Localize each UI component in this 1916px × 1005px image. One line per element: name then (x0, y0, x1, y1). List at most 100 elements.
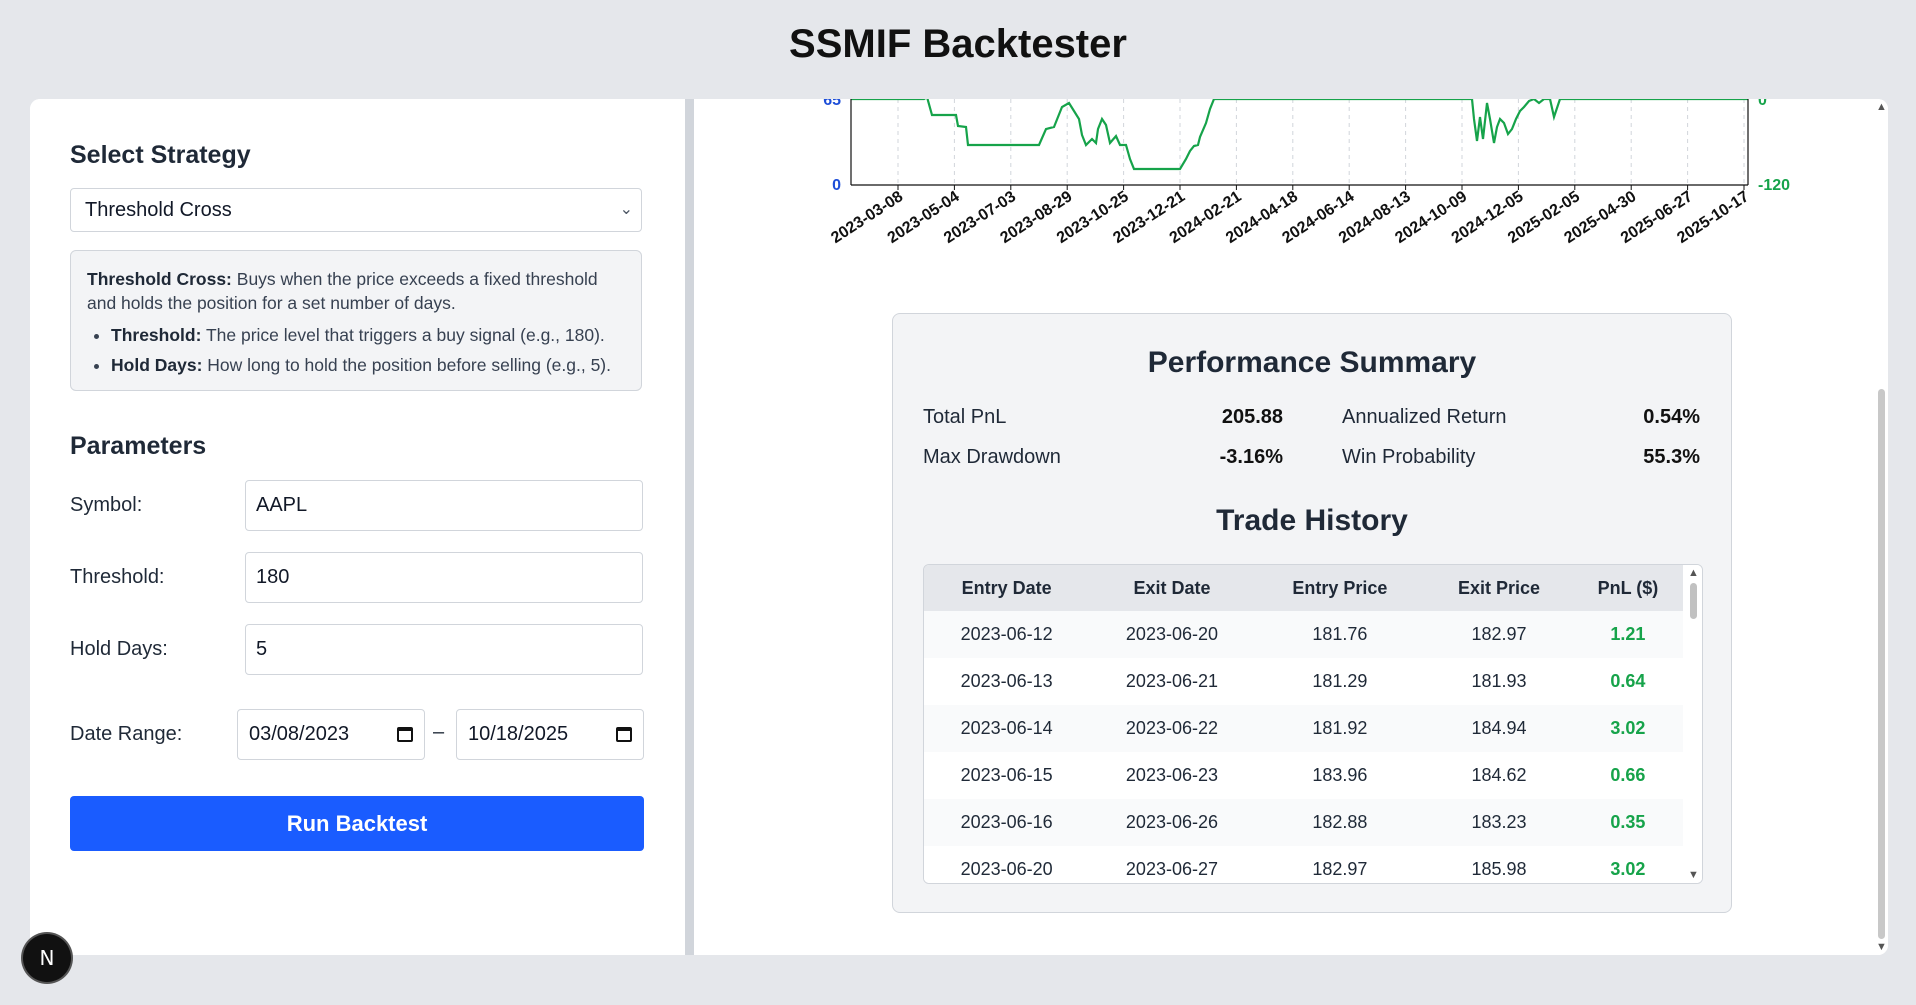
strategy-select[interactable]: Threshold Cross ⌄ (70, 188, 642, 232)
run-backtest-button[interactable]: Run Backtest (70, 796, 644, 851)
table-row: 2023-06-12 2023-06-20 181.76 182.97 1.21 (924, 611, 1683, 658)
chart-series-line (851, 99, 1748, 171)
table-cell: 181.76 (1254, 611, 1426, 658)
table-cell: 2023-06-23 (1089, 752, 1255, 799)
table-cell: 183.96 (1254, 752, 1426, 799)
table-cell: 182.97 (1425, 611, 1573, 658)
metric-value: 55.3% (1643, 446, 1700, 468)
right-y-tick-label: 0 (1758, 99, 1767, 109)
table-header-row: Entry Date Exit Date Entry Price Exit Pr… (924, 565, 1683, 611)
table-cell: 2023-06-13 (924, 658, 1090, 705)
table-scrollbar-thumb[interactable] (1690, 583, 1697, 619)
hold-days-input[interactable]: 5 (245, 624, 643, 675)
performance-title: Performance Summary (1147, 346, 1477, 379)
column-header: PnL ($) (1572, 565, 1683, 611)
table-cell: 2023-06-26 (1089, 799, 1255, 846)
column-header: Entry Price (1254, 565, 1426, 611)
scroll-up-icon[interactable]: ▲ (1688, 567, 1699, 579)
app-title: SSMIF Backtester (789, 22, 1127, 66)
table-cell: 2023-06-20 (1089, 611, 1255, 658)
scroll-down-icon[interactable]: ▼ (1876, 941, 1887, 953)
table-cell: 2023-06-14 (924, 705, 1090, 752)
threshold-label: Threshold: (70, 566, 165, 588)
strategy-description: Threshold Cross: Buys when the price exc… (70, 250, 642, 391)
end-date-value: 10/18/2025 (468, 723, 569, 745)
metric-label: Max Drawdown (923, 446, 1061, 468)
parameters-heading: Parameters (70, 432, 207, 460)
main-card: Select Strategy Threshold Cross ⌄ Thresh… (30, 99, 1888, 955)
right-y-tick-label: -120 (1758, 177, 1790, 194)
panel-divider[interactable] (685, 99, 694, 955)
left-y-tick-label: 0 (832, 177, 841, 194)
metric-value: 205.88 (1221, 406, 1283, 428)
table-row: 2023-06-20 2023-06-27 182.97 185.98 3.02 (924, 846, 1683, 883)
price-chart: 2023-03-082023-05-042023-07-032023-08-29… (823, 99, 1790, 247)
table-cell: 2023-06-12 (924, 611, 1090, 658)
table-cell: 184.62 (1425, 752, 1573, 799)
table-cell: 182.97 (1254, 846, 1426, 883)
list-item-text: How long to hold the position before sel… (207, 355, 611, 375)
metric-value: -3.16% (1219, 446, 1283, 468)
strategy-heading: Select Strategy (70, 141, 251, 169)
trade-history-table[interactable]: Entry Date Exit Date Entry Price Exit Pr… (923, 564, 1703, 884)
metric-label: Total PnL (923, 406, 1007, 428)
scroll-down-icon[interactable]: ▼ (1688, 869, 1699, 881)
column-header: Exit Price (1425, 565, 1573, 611)
metric-label: Win Probability (1342, 446, 1476, 468)
table-cell: 2023-06-21 (1089, 658, 1255, 705)
table-row: 2023-06-16 2023-06-26 182.88 183.23 0.35 (924, 799, 1683, 846)
start-date-input[interactable]: 03/08/2023 (237, 709, 425, 760)
table-cell: 181.93 (1425, 658, 1573, 705)
column-header: Exit Date (1089, 565, 1255, 611)
symbol-label: Symbol: (70, 494, 143, 516)
table-scrollbar[interactable]: ▲ ▼ (1684, 565, 1702, 883)
calendar-icon[interactable] (616, 727, 632, 742)
start-date-value: 03/08/2023 (249, 723, 350, 745)
scroll-up-icon[interactable]: ▲ (1876, 101, 1887, 113)
trade-history-title: Trade History (1216, 504, 1408, 537)
table-cell: 1.21 (1572, 611, 1683, 658)
table-cell: 185.98 (1425, 846, 1573, 883)
list-item-term: Threshold: (111, 325, 202, 345)
table-cell: 0.64 (1572, 658, 1683, 705)
table-cell: 2023-06-15 (924, 752, 1090, 799)
symbol-input[interactable]: AAPL (245, 480, 643, 531)
table-row: 2023-06-14 2023-06-22 181.92 184.94 3.02 (924, 705, 1683, 752)
list-item: Hold Days: How long to hold the position… (111, 353, 625, 377)
results-panel: 2023-03-08 2023-05-04 2023-07-03 2023-08-29… (694, 99, 1888, 955)
left-y-tick-label: 65 (823, 99, 841, 109)
end-date-input[interactable]: 10/18/2025 (456, 709, 644, 760)
column-header: Entry Date (924, 565, 1090, 611)
table-row: 2023-06-15 2023-06-23 183.96 184.62 0.66 (924, 752, 1683, 799)
calendar-icon[interactable] (397, 727, 413, 742)
page-scrollbar-thumb[interactable] (1878, 389, 1885, 939)
dev-tools-badge[interactable]: N (23, 934, 71, 982)
list-item-term: Hold Days: (111, 355, 203, 375)
table-cell: 2023-06-22 (1089, 705, 1255, 752)
table-cell: 3.02 (1572, 846, 1683, 883)
table-cell: 2023-06-16 (924, 799, 1090, 846)
metric-value: 0.54% (1643, 406, 1700, 428)
performance-summary: Performance Summary Total PnL 205.88 Ann… (892, 313, 1732, 913)
table-cell: 2023-06-20 (924, 846, 1090, 883)
page-scrollbar[interactable]: ▲ ▼ (1874, 99, 1888, 955)
hold-days-label: Hold Days: (70, 638, 168, 660)
strategy-select-value: Threshold Cross (85, 198, 232, 221)
strategy-parameter-list: Threshold: The price level that triggers… (87, 323, 625, 377)
table-cell: 0.66 (1572, 752, 1683, 799)
threshold-input[interactable]: 180 (245, 552, 643, 603)
list-item: Threshold: The price level that triggers… (111, 323, 625, 347)
chevron-down-icon: ⌄ (619, 201, 633, 218)
table-row: 2023-06-13 2023-06-21 181.29 181.93 0.64 (924, 658, 1683, 705)
table-cell: 0.35 (1572, 799, 1683, 846)
table-cell: 184.94 (1425, 705, 1573, 752)
strategy-panel: Select Strategy Threshold Cross ⌄ Thresh… (30, 99, 685, 955)
list-item-text: The price level that triggers a buy sign… (205, 325, 605, 345)
table-cell: 181.29 (1254, 658, 1426, 705)
metric-label: Annualized Return (1342, 406, 1507, 428)
table-cell: 182.88 (1254, 799, 1426, 846)
strategy-description-name: Threshold Cross: (87, 269, 232, 289)
table-cell: 2023-06-27 (1089, 846, 1255, 883)
table-cell: 3.02 (1572, 705, 1683, 752)
table-cell: 183.23 (1425, 799, 1573, 846)
